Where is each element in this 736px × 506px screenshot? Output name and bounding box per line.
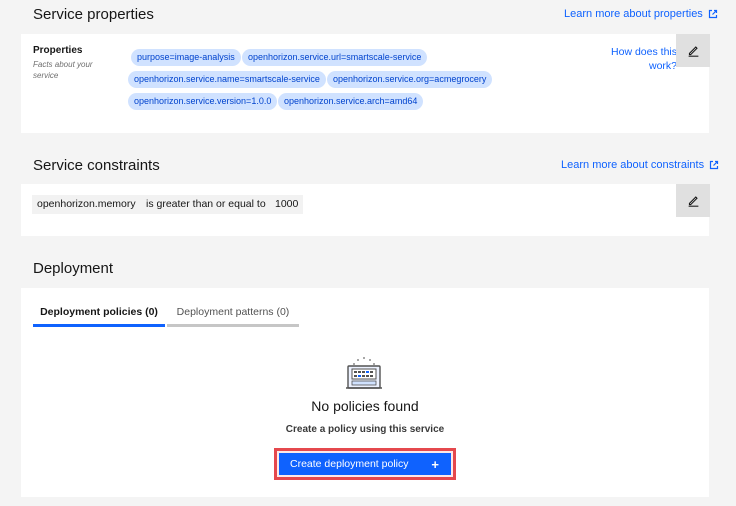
pencil-icon <box>688 196 698 207</box>
learn-more-properties-label: Learn more about properties <box>564 8 703 20</box>
learn-more-properties-link[interactable]: Learn more about properties <box>564 8 718 20</box>
learn-more-constraints-label: Learn more about constraints <box>561 159 705 171</box>
empty-state-subtitle: Create a policy using this service <box>285 424 445 435</box>
server-icon <box>346 357 382 389</box>
edit-constraints-button[interactable] <box>676 184 710 217</box>
learn-more-constraints-link[interactable]: Learn more about constraints <box>561 159 719 171</box>
launch-icon <box>709 160 719 170</box>
tab-deployment-policies[interactable]: Deployment policies (0) <box>33 300 165 327</box>
edit-properties-button[interactable] <box>676 34 710 67</box>
properties-section-title: Service properties <box>33 6 154 23</box>
properties-sublabel: Facts about your service <box>33 60 93 80</box>
property-tag: openhorizon.service.url=smartscale-servi… <box>242 49 428 66</box>
deployment-card: Deployment policies (0) Deployment patte… <box>21 288 709 497</box>
property-tag: openhorizon.service.arch=amd64 <box>278 93 424 110</box>
constraint-value-chip: 1000 <box>270 195 304 214</box>
create-deployment-policy-label: Create deployment policy <box>290 458 409 470</box>
constraints-card: openhorizon.memory is greater than or eq… <box>21 184 710 236</box>
properties-label: Properties <box>33 45 83 56</box>
property-tag: openhorizon.service.version=1.0.0 <box>128 93 278 110</box>
create-button-highlight: Create deployment policy + <box>274 448 456 480</box>
how-does-this-work-link[interactable]: How does this work? <box>605 45 677 73</box>
property-tag: openhorizon.service.org=acmegrocery <box>327 71 493 88</box>
deployment-section-title: Deployment <box>33 260 114 277</box>
properties-card: Properties Facts about your service purp… <box>21 34 710 133</box>
empty-state-title: No policies found <box>311 398 419 414</box>
property-tag: purpose=image-analysis <box>131 49 241 66</box>
launch-icon <box>708 9 717 19</box>
plus-icon: + <box>431 456 439 472</box>
pencil-icon <box>688 46 698 57</box>
constraint-operator-chip: is greater than or equal to <box>141 195 271 214</box>
tab-deployment-patterns[interactable]: Deployment patterns (0) <box>167 300 299 327</box>
constraint-property-chip: openhorizon.memory <box>32 195 141 214</box>
constraints-section-title: Service constraints <box>33 157 160 174</box>
create-deployment-policy-button[interactable]: Create deployment policy + <box>279 453 451 475</box>
property-tag: openhorizon.service.name=smartscale-serv… <box>128 71 326 88</box>
